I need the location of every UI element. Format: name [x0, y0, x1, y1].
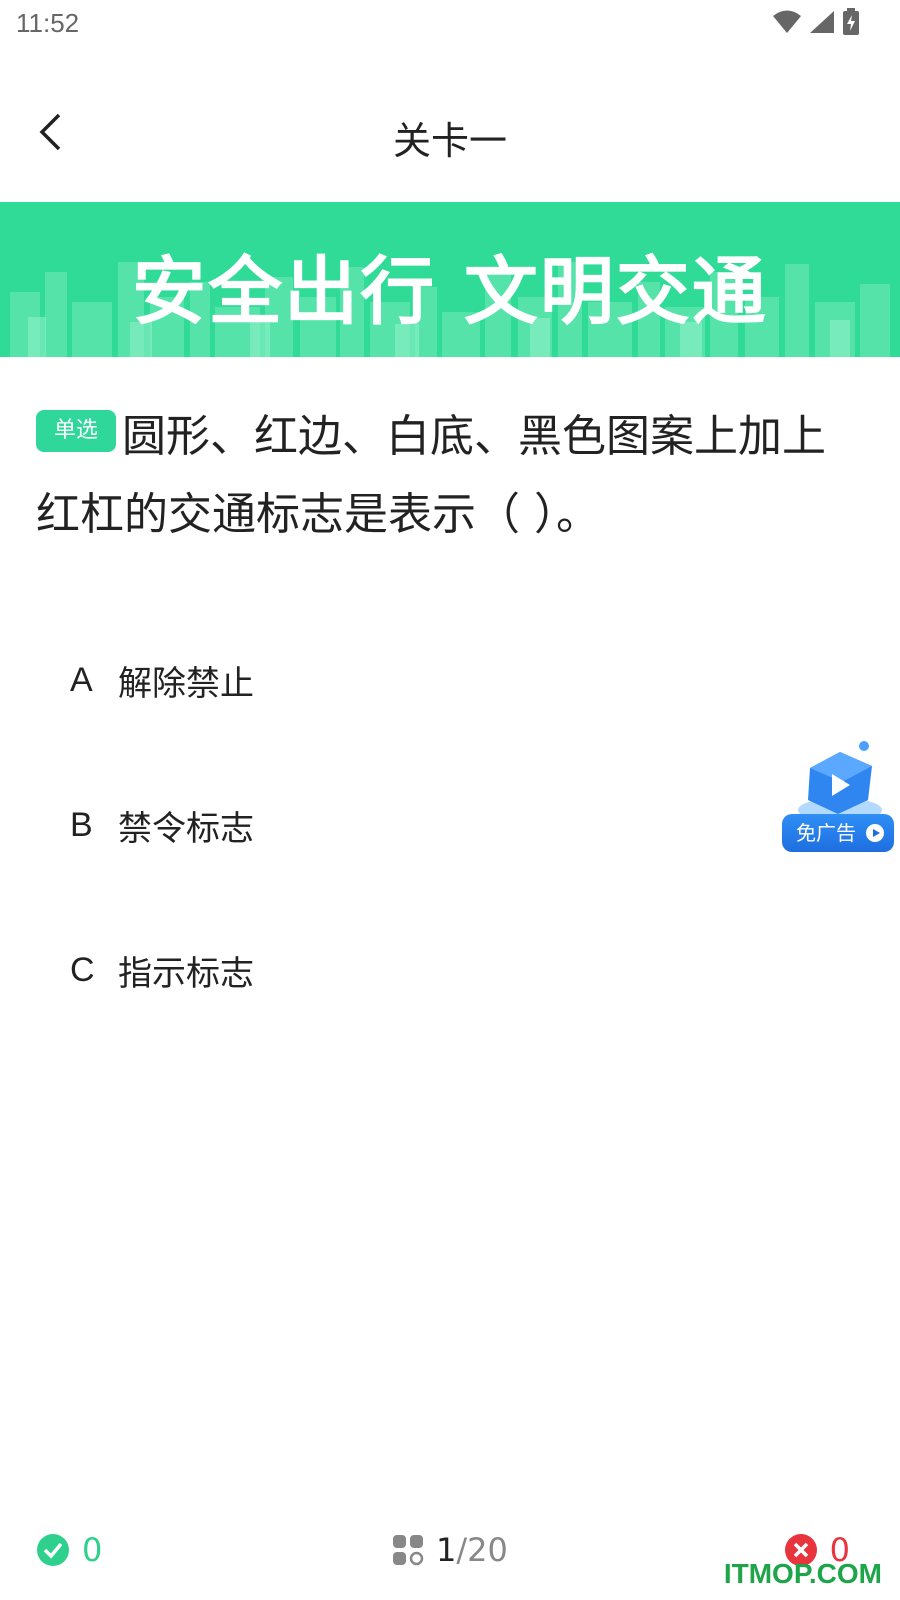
signal-icon	[810, 11, 834, 33]
remove-ads-label: 免广告	[782, 814, 894, 852]
remove-ads-text: 免广告	[796, 821, 856, 845]
current-question: 1	[436, 1531, 457, 1569]
play-icon	[866, 824, 884, 842]
correct-counter: 0	[36, 1520, 102, 1580]
progress-counter[interactable]: 1/20	[392, 1520, 508, 1580]
option-a[interactable]: A 解除禁止	[70, 608, 254, 753]
banner-title: 安全出行 文明交通	[132, 249, 768, 335]
question: 单选 圆形、红边、白底、黑色图案上加上红杠的交通标志是表示（ ）。	[36, 398, 866, 554]
nav-bar: 关卡一	[0, 80, 900, 200]
option-letter: A	[70, 661, 93, 699]
option-b[interactable]: B 禁令标志	[70, 753, 254, 898]
banner: 安全出行 文明交通	[0, 202, 900, 357]
status-bar: 11:52	[0, 0, 900, 50]
option-text: 解除禁止	[118, 664, 254, 704]
option-letter: B	[70, 806, 93, 844]
battery-icon	[843, 8, 859, 35]
question-text: 圆形、红边、白底、黑色图案上加上红杠的交通标志是表示（ ）。	[36, 411, 827, 540]
check-circle-icon	[37, 1534, 69, 1566]
remove-ads-button[interactable]: 免广告	[782, 738, 900, 854]
wifi-icon	[773, 10, 801, 33]
page-title: 关卡一	[392, 119, 507, 163]
grid-icon	[393, 1535, 424, 1566]
option-text: 指示标志	[118, 954, 254, 994]
option-letter: C	[70, 951, 95, 989]
status-icons	[772, 8, 860, 36]
total-questions: /20	[456, 1531, 508, 1569]
option-text: 禁令标志	[118, 809, 254, 849]
correct-count: 0	[82, 1531, 103, 1569]
status-time: 11:52	[16, 8, 80, 38]
watermark: ITMOP.COM	[723, 1558, 882, 1589]
option-c[interactable]: C 指示标志	[70, 898, 254, 1043]
answer-options: A 解除禁止 B 禁令标志 C 指示标志	[70, 620, 254, 1043]
question-type-badge: 单选	[36, 410, 117, 452]
